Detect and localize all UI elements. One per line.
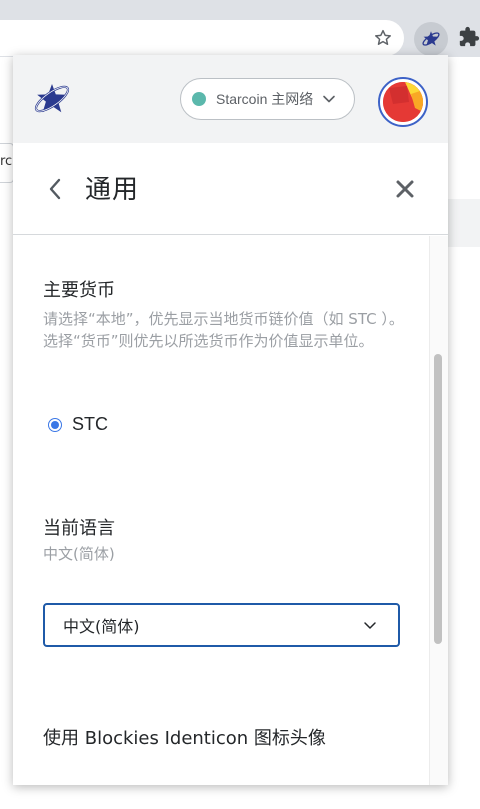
chevron-down-icon [321, 91, 337, 107]
background-tab-fragment: rco [0, 143, 14, 183]
browser-toolbar [0, 0, 480, 57]
background-panel-fragment [446, 199, 480, 247]
account-avatar[interactable] [378, 77, 428, 127]
starmask-icon [422, 31, 440, 46]
language-select[interactable]: 中文(简体) [43, 603, 400, 647]
scrollbar-thumb[interactable] [434, 354, 442, 644]
extension-popup: Starcoin 主网络 通用 主要货币 请选择“本地”，优先显示当地货币链价值… [13, 55, 448, 785]
network-label: Starcoin 主网络 [216, 91, 314, 107]
settings-title-bar: 通用 [13, 143, 448, 235]
page-title: 通用 [85, 175, 140, 205]
currency-section-title: 主要货币 [43, 280, 115, 301]
network-selector[interactable]: Starcoin 主网络 [180, 78, 355, 120]
language-current-value: 中文(简体) [43, 545, 115, 563]
currency-option-label: STC [72, 414, 108, 434]
address-bar[interactable] [0, 20, 404, 56]
currency-option-stc[interactable]: STC [48, 414, 108, 435]
currency-section-description: 请选择“本地”，优先显示当地货币链价值（如 STC ）。选择“货币”则优先以所选… [43, 310, 404, 350]
network-status-dot [192, 92, 206, 106]
bookmark-star-icon[interactable] [368, 23, 398, 53]
starmask-logo-icon[interactable] [31, 79, 73, 119]
extensions-puzzle-icon[interactable] [458, 24, 480, 50]
radio-button[interactable] [48, 417, 62, 432]
app-header: Starcoin 主网络 [13, 55, 448, 143]
identicon-icon [383, 82, 423, 122]
close-icon[interactable] [393, 177, 417, 201]
starmask-extension-button[interactable] [414, 22, 448, 56]
settings-content: 主要货币 请选择“本地”，优先显示当地货币链价值（如 STC ）。选择“货币”则… [13, 236, 448, 785]
chevron-down-icon [362, 617, 378, 633]
language-select-value: 中文(简体) [63, 617, 140, 636]
language-section-title: 当前语言 [43, 518, 115, 539]
blockies-section-title: 使用 Blockies Identicon 图标头像 [43, 728, 326, 749]
back-chevron-icon[interactable] [43, 175, 67, 203]
